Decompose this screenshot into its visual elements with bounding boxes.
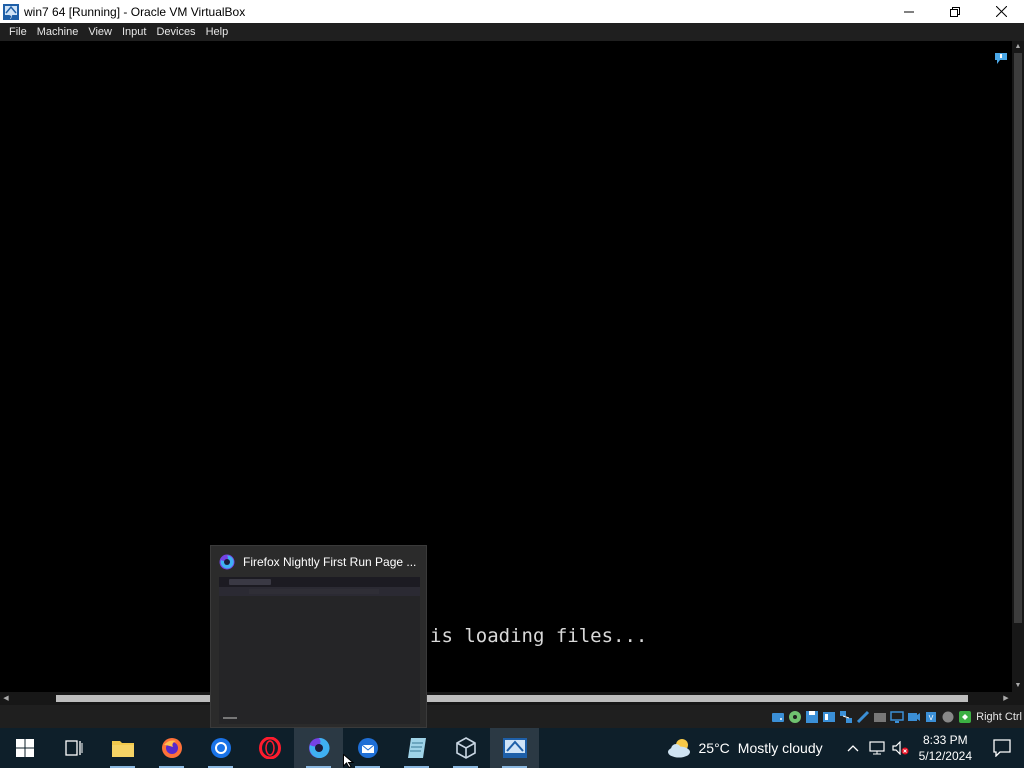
horizontal-scrollbar[interactable]: ◀ ▶ [0, 692, 1012, 705]
file-explorer-icon [111, 741, 134, 757]
taskbar-chrome[interactable] [196, 728, 245, 768]
floppy-icon[interactable] [805, 710, 819, 724]
show-hidden-icons-button[interactable] [843, 728, 863, 768]
opera-icon [258, 737, 281, 759]
volume-muted-icon [892, 741, 909, 755]
cpu-icon[interactable]: V [924, 710, 938, 724]
window-title: win7 64 [Running] - Oracle VM VirtualBox [24, 4, 246, 19]
clock-date: 5/12/2024 [918, 749, 972, 763]
thunderbird-icon [357, 738, 378, 758]
preview-thumbnail[interactable] [219, 577, 420, 724]
video-capture-icon[interactable] [907, 710, 921, 724]
network-icon [869, 741, 885, 755]
notification-icon [993, 739, 1011, 757]
firefox-nightly-icon [308, 737, 330, 758]
hard-disk-icon[interactable] [771, 710, 785, 724]
menu-bar: File Machine View Input Devices Help [0, 23, 1024, 41]
weather-description: Mostly cloudy [737, 740, 823, 756]
close-button[interactable] [978, 0, 1024, 23]
start-icon [15, 739, 34, 757]
vm-display[interactable]: is loading files... [0, 41, 1012, 692]
minimize-icon [904, 11, 914, 12]
restore-button[interactable] [932, 0, 978, 23]
taskbar-virtualbox[interactable] [441, 728, 490, 768]
preview-title: Firefox Nightly First Run Page ... [243, 555, 417, 569]
taskbar-thumbnail-preview[interactable]: Firefox Nightly First Run Page ... [210, 545, 427, 728]
vertical-scroll-thumb[interactable] [1014, 53, 1022, 623]
menu-devices[interactable]: Devices [151, 23, 200, 41]
mouse-integration-icon[interactable] [941, 710, 955, 724]
chevron-up-icon [847, 745, 859, 752]
svg-text:7: 7 [9, 15, 12, 20]
weather-widget[interactable]: 25°C Mostly cloudy [667, 738, 823, 758]
console-loading-text: is loading files... [430, 625, 648, 647]
virtualbox-vm-icon: 7 [3, 3, 19, 20]
clock-time: 8:33 PM [922, 733, 968, 747]
scrollbar-corner [1012, 692, 1024, 705]
host-key-label[interactable]: Right Ctrl [976, 711, 1022, 723]
restore-icon [950, 6, 960, 17]
thumbnail-url-bar [249, 589, 379, 594]
keyboard-icon[interactable] [958, 710, 972, 724]
taskbar-file-explorer[interactable] [98, 728, 147, 768]
vm-status-bar: V Right Ctrl [0, 705, 1024, 728]
menu-file[interactable]: File [4, 23, 32, 41]
minimize-button[interactable] [886, 0, 932, 23]
close-icon [995, 6, 1007, 17]
task-view-button[interactable] [49, 728, 98, 768]
shared-folders-icon[interactable] [873, 710, 887, 724]
volume-tray-button[interactable] [891, 728, 911, 768]
window-titlebar[interactable]: 7 win7 64 [Running] - Oracle VM VirtualB… [0, 0, 1024, 23]
start-button[interactable] [0, 728, 49, 768]
audio-icon[interactable] [822, 710, 836, 724]
menu-view[interactable]: View [83, 23, 117, 41]
vertical-scrollbar[interactable]: ▲ ▼ [1012, 41, 1024, 692]
weather-temperature: 25°C [698, 740, 730, 756]
menu-machine[interactable]: Machine [32, 23, 84, 41]
scroll-up-arrow[interactable]: ▲ [1012, 41, 1024, 53]
taskbar-firefox[interactable] [147, 728, 196, 768]
scroll-down-arrow[interactable]: ▼ [1012, 680, 1024, 692]
network-icon[interactable] [839, 710, 853, 724]
virtualbox-icon [455, 737, 476, 759]
notification-message-icon[interactable] [994, 52, 1008, 65]
horizontal-scroll-thumb[interactable] [56, 695, 968, 702]
system-tray: 25°C Mostly cloudy 8:33 PM 5/12/2024 [667, 728, 1024, 768]
thumbnail-tab [229, 579, 271, 585]
menu-help[interactable]: Help [201, 23, 234, 41]
network-tray-button[interactable] [867, 728, 887, 768]
scroll-right-arrow[interactable]: ▶ [1000, 692, 1012, 705]
task-view-icon [64, 740, 82, 756]
firefox-nightly-icon [219, 554, 235, 570]
action-center-button[interactable] [980, 728, 1024, 768]
cloudy-weather-icon [667, 739, 690, 758]
svg-text:V: V [929, 714, 934, 722]
usb-icon[interactable] [856, 710, 870, 724]
taskbar-notepad[interactable] [392, 728, 441, 768]
display-icon[interactable] [890, 710, 904, 724]
windows-taskbar: 25°C Mostly cloudy 8:33 PM 5/12/2024 [0, 728, 1024, 768]
firefox-icon [161, 738, 182, 758]
chrome-icon [210, 738, 231, 758]
scroll-left-arrow[interactable]: ◀ [0, 692, 12, 705]
notepad-icon [407, 738, 426, 758]
taskbar-virtualbox-vm[interactable] [490, 728, 539, 768]
taskbar-firefox-nightly[interactable] [294, 728, 343, 768]
menu-input[interactable]: Input [117, 23, 151, 41]
mouse-cursor-icon [343, 754, 355, 768]
taskbar-opera[interactable] [245, 728, 294, 768]
optical-drive-icon[interactable] [788, 710, 802, 724]
taskbar-clock[interactable]: 8:33 PM 5/12/2024 [919, 732, 972, 764]
thumbnail-footer [223, 717, 237, 719]
virtualbox-vm-icon [502, 738, 527, 758]
